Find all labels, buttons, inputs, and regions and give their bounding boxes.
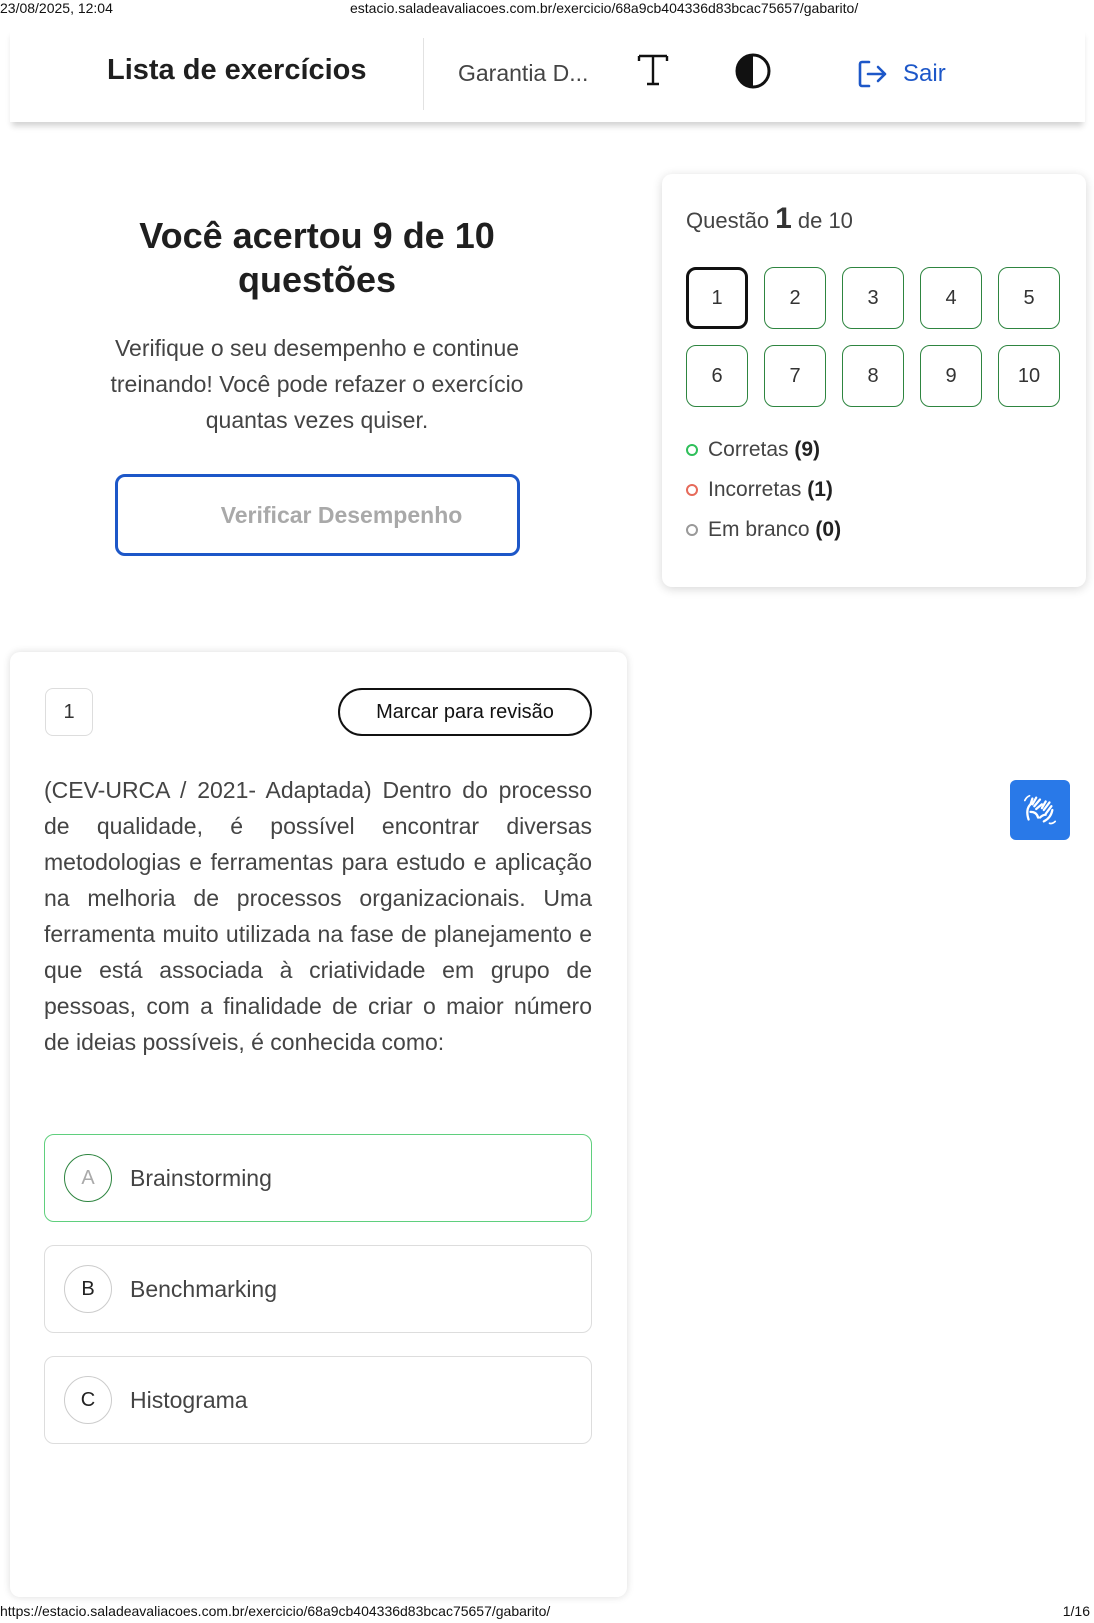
question-nav-button-9[interactable]: 9 <box>920 345 982 407</box>
question-nav-button-4[interactable]: 4 <box>920 267 982 329</box>
option-b[interactable]: B Benchmarking <box>44 1245 592 1333</box>
question-text: (CEV-URCA / 2021- Adaptada) Dentro do pr… <box>44 777 592 1055</box>
option-a[interactable]: A Brainstorming <box>44 1134 592 1222</box>
logout-label: Sair <box>903 60 946 87</box>
correct-dot-icon <box>686 444 698 456</box>
question-number: 1 <box>45 688 93 736</box>
sign-language-icon <box>1023 794 1057 825</box>
navigator-label-prefix: Questão <box>686 208 770 233</box>
question-nav-button-3[interactable]: 3 <box>842 267 904 329</box>
page-title: Lista de exercícios <box>107 54 367 86</box>
print-url-top: estacio.saladeavaliacoes.com.br/exercici… <box>350 0 859 16</box>
text-size-icon[interactable] <box>633 50 673 90</box>
result-subtitle: Verifique o seu desempenho e continue tr… <box>110 335 524 433</box>
option-letter: C <box>64 1376 112 1424</box>
navigator-label-suffix: de 10 <box>797 208 853 233</box>
course-name[interactable]: Garantia D... <box>458 60 588 87</box>
question-nav-button-10[interactable]: 10 <box>998 345 1060 407</box>
contrast-icon[interactable] <box>734 52 772 90</box>
question-nav-button-8[interactable]: 8 <box>842 345 904 407</box>
print-datetime: 23/08/2025, 12:04 <box>0 0 113 16</box>
mark-for-review-button[interactable]: Marcar para revisão <box>338 688 592 736</box>
results-legend: Corretas (9) Incorretas (1) Em branco (0… <box>686 430 841 550</box>
navigator-grid: 1 2 3 4 5 6 7 8 9 10 <box>686 267 1061 407</box>
option-text: Benchmarking <box>130 1275 278 1302</box>
navigator-current: 1 <box>775 202 792 235</box>
print-url-bottom: https://estacio.saladeavaliacoes.com.br/… <box>0 1603 551 1619</box>
question-nav-button-6[interactable]: 6 <box>686 345 748 407</box>
option-letter: B <box>64 1265 112 1313</box>
header-divider <box>423 38 424 110</box>
legend-blank: Em branco (0) <box>686 510 841 550</box>
incorrect-dot-icon <box>686 484 698 496</box>
print-page-number: 1/16 <box>1062 1603 1090 1619</box>
legend-blank-count: (0) <box>815 518 842 541</box>
option-letter: A <box>64 1154 112 1202</box>
verify-performance-button[interactable]: Verificar Desempenho <box>115 474 520 556</box>
question-nav-button-2[interactable]: 2 <box>764 267 826 329</box>
legend-incorrect: Incorretas (1) <box>686 470 841 510</box>
question-card: 1 Marcar para revisão (CEV-URCA / 2021- … <box>10 652 627 1597</box>
question-nav-button-5[interactable]: 5 <box>998 267 1060 329</box>
option-text: Brainstorming <box>130 1164 272 1191</box>
navigator-heading: Questão 1 de 10 <box>686 202 853 236</box>
legend-correct: Corretas (9) <box>686 430 841 470</box>
result-title: Você acertou 9 de 10 questões <box>139 215 495 300</box>
legend-incorrect-count: (1) <box>807 478 833 501</box>
sign-language-button[interactable] <box>1010 780 1070 840</box>
question-navigator: Questão 1 de 10 1 2 3 4 5 6 7 8 9 10 Cor… <box>662 174 1086 587</box>
question-nav-button-7[interactable]: 7 <box>764 345 826 407</box>
logout-button[interactable]: Sair <box>855 54 946 94</box>
question-nav-button-1[interactable]: 1 <box>686 267 748 329</box>
top-header: Lista de exercícios Garantia D... Sair <box>10 28 1085 122</box>
legend-correct-label: Corretas <box>708 438 789 461</box>
legend-incorrect-label: Incorretas <box>708 478 802 501</box>
option-c[interactable]: C Histograma <box>44 1356 592 1444</box>
option-text: Histograma <box>130 1386 248 1413</box>
blank-dot-icon <box>686 524 698 536</box>
logout-icon <box>858 60 887 88</box>
legend-correct-count: (9) <box>794 438 821 461</box>
legend-blank-label: Em branco <box>708 518 810 541</box>
